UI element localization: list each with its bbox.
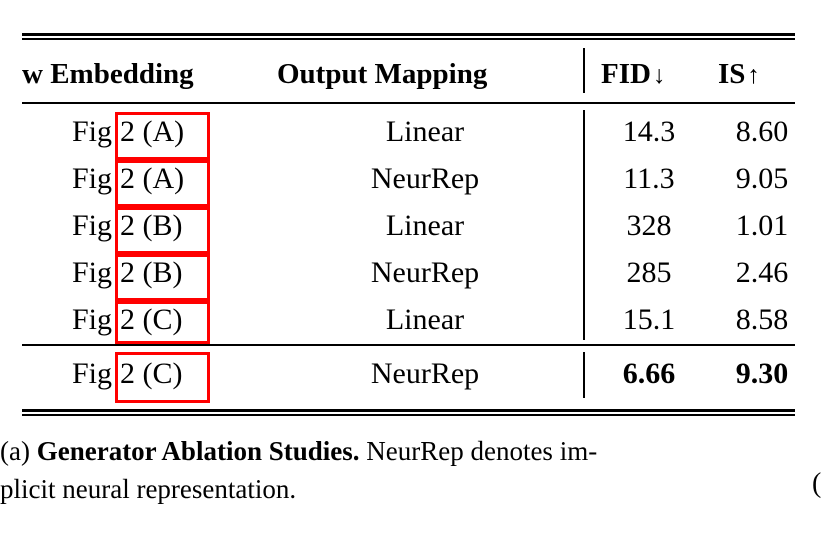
- table-bottom-rule-inner: [22, 414, 795, 416]
- table-header-rule: [22, 102, 795, 104]
- column-separator-header: [583, 48, 585, 93]
- cell-fid: 11.3: [623, 162, 675, 195]
- caption-label: (a): [0, 436, 30, 466]
- cell-fig-prefix: Fig: [71, 209, 112, 242]
- column-header-fid: FID↓: [601, 60, 665, 89]
- cell-is: 9.05: [735, 162, 789, 195]
- column-header-w-embedding-label: w Embedding: [22, 58, 194, 90]
- cell-fid: 14.3: [622, 115, 676, 148]
- cell-fig-ref: 2 (B): [120, 256, 183, 289]
- cell-fig-ref: 2 (A): [120, 162, 185, 195]
- table-row-best: Fig 2 (C) NeurRep 6.66 9.30: [0, 352, 824, 400]
- cell-output-mapping: Linear: [385, 115, 465, 148]
- adjacent-column-fragment: (: [812, 468, 822, 499]
- caption-line-1: (a) Generator Ablation Studies. NeurRep …: [0, 432, 597, 470]
- caption-text-part-1: NeurRep denotes im-: [366, 436, 598, 466]
- cell-fig-prefix: Fig: [71, 256, 112, 289]
- table-row: Fig 2 (C) Linear 15.1 8.58: [0, 298, 824, 346]
- table-row: Fig 2 (B) Linear 328 1.01: [0, 204, 824, 252]
- table-row: Fig 2 (A) Linear 14.3 8.60: [0, 110, 824, 158]
- cell-is: 8.58: [735, 303, 789, 336]
- cell-is: 8.60: [735, 115, 789, 148]
- column-header-fid-label: FID: [601, 58, 651, 90]
- cell-fig-prefix: Fig: [71, 303, 112, 336]
- cell-fig-prefix: Fig: [71, 357, 112, 390]
- cell-fig-ref: 2 (C): [120, 303, 183, 336]
- table-top-rule: [22, 33, 795, 36]
- cell-output-mapping: Linear: [385, 303, 465, 336]
- table-row: Fig 2 (A) NeurRep 11.3 9.05: [0, 157, 824, 205]
- table-row: Fig 2 (B) NeurRep 285 2.46: [0, 251, 824, 299]
- arrow-down-icon: ↓: [652, 62, 666, 89]
- cell-fid: 328: [626, 209, 672, 242]
- cell-fig-prefix: Fig: [71, 162, 112, 195]
- caption-title: Generator Ablation Studies.: [36, 436, 360, 466]
- table-top-rule-inner: [22, 38, 795, 40]
- cell-output-mapping: NeurRep: [370, 357, 480, 390]
- cell-is: 1.01: [735, 209, 789, 242]
- cell-fig-ref: 2 (A): [120, 115, 185, 148]
- cell-fid: 285: [626, 256, 672, 289]
- column-header-output-mapping-label: Output Mapping: [277, 58, 488, 90]
- cell-output-mapping: Linear: [385, 209, 465, 242]
- cell-output-mapping: NeurRep: [370, 162, 480, 195]
- caption-line-2: plicit neural representation.: [0, 474, 297, 504]
- column-header-is-label: IS: [718, 58, 746, 90]
- cell-is: 9.30: [735, 357, 789, 390]
- column-header-w-embedding: w Embedding: [22, 60, 194, 89]
- cell-fid: 6.66: [622, 357, 676, 390]
- column-header-output-mapping: Output Mapping: [277, 60, 487, 89]
- table-figure: w Embedding Output Mapping FID↓ IS↑ Fig …: [0, 0, 824, 420]
- cell-output-mapping: NeurRep: [370, 256, 480, 289]
- cell-fig-prefix: Fig: [71, 115, 112, 148]
- arrow-up-icon: ↑: [747, 62, 760, 89]
- cell-fig-ref: 2 (B): [120, 209, 183, 242]
- cell-fig-ref: 2 (C): [120, 357, 183, 390]
- cell-is: 2.46: [735, 256, 789, 289]
- cell-fid: 15.1: [622, 303, 676, 336]
- column-header-is: IS↑: [718, 60, 760, 89]
- table-bottom-rule: [22, 409, 795, 412]
